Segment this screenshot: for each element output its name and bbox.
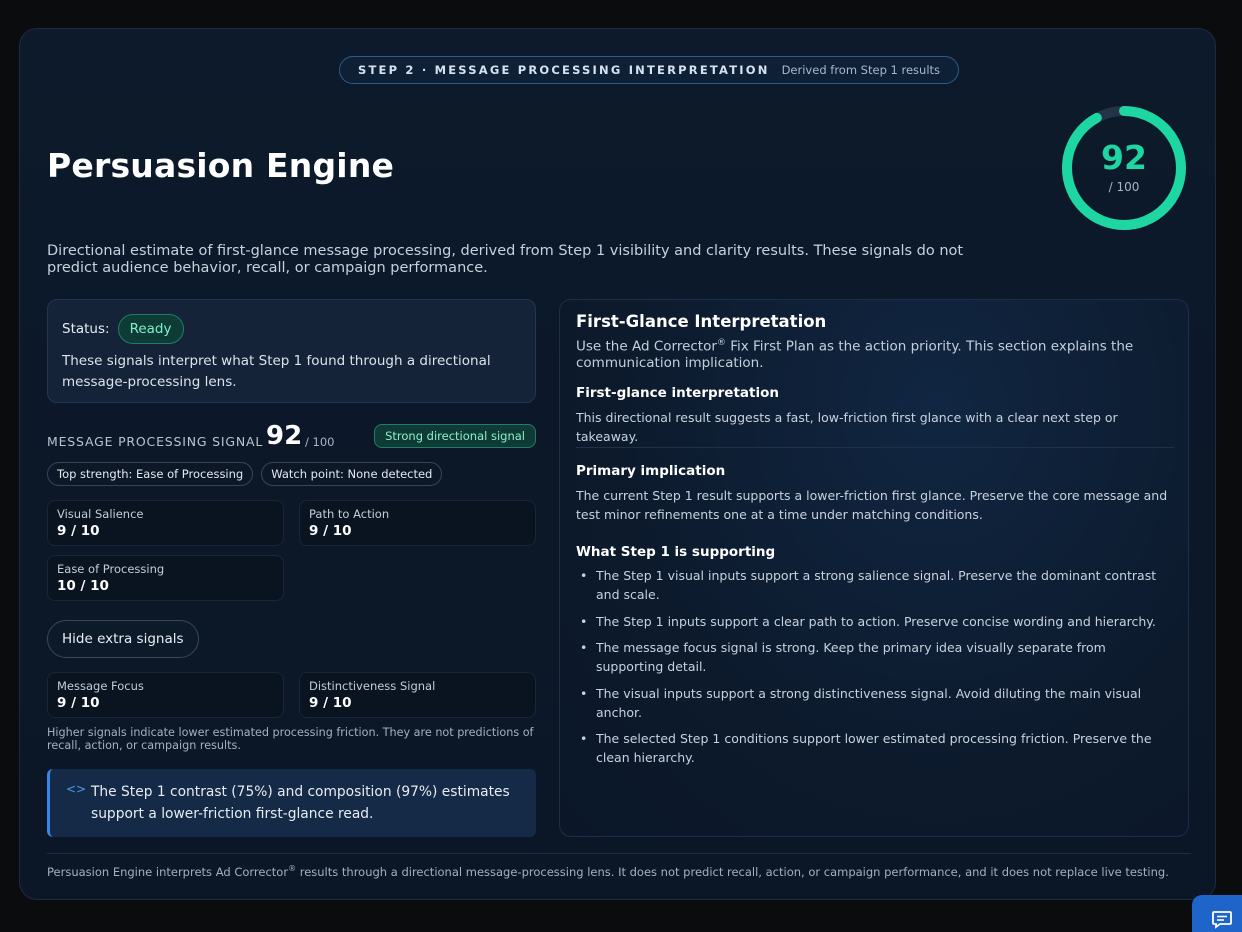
persuasion-engine-card: STEP 2 · MESSAGE PROCESSING INTERPRETATI…	[19, 28, 1216, 900]
signal-denominator: / 100	[305, 435, 335, 449]
tile-label: Path to Action	[309, 507, 390, 521]
tile-label: Ease of Processing	[57, 562, 165, 576]
tile-label: Visual Salience	[57, 507, 144, 521]
list-item: The message focus signal is strong. Keep…	[576, 638, 1176, 676]
status-box: Status: Ready These signals interpret wh…	[47, 299, 536, 403]
list-item: The selected Step 1 conditions support l…	[576, 729, 1176, 767]
chat-icon	[1212, 911, 1232, 929]
top-strength-chip: Top strength: Ease of Processing	[47, 462, 254, 486]
insight-callout: <> The Step 1 contrast (75%) and composi…	[47, 769, 536, 837]
panel-divider	[576, 447, 1174, 448]
registered-mark: ®	[288, 864, 297, 873]
tile-distinctiveness-signal: Distinctiveness Signal 9 / 10	[299, 672, 536, 718]
message-processing-signal: MESSAGE PROCESSING SIGNAL 92 / 100 Stron…	[47, 419, 536, 455]
page-description: Directional estimate of first-glance mes…	[47, 243, 964, 276]
signal-label: MESSAGE PROCESSING SIGNAL	[47, 434, 264, 449]
watch-point-chip: Watch point: None detected	[261, 462, 443, 486]
score-gauge: 92 / 100	[1060, 104, 1188, 232]
page-title: Persuasion Engine	[47, 146, 395, 185]
interpretation-panel: First-Glance Interpretation Use the Ad C…	[559, 299, 1189, 837]
signals-note: Higher signals indicate lower estimated …	[47, 726, 534, 752]
supporting-heading: What Step 1 is supporting	[576, 544, 776, 560]
tile-value: 9 / 10	[57, 695, 100, 711]
tile-visual-salience: Visual Salience 9 / 10	[47, 500, 284, 546]
status-badge: Ready	[117, 314, 184, 344]
gauge-score: 92	[1101, 138, 1147, 177]
tile-value: 9 / 10	[309, 695, 352, 711]
list-item: The visual inputs support a strong disti…	[576, 684, 1176, 722]
signal-chips: Top strength: Ease of Processing Watch p…	[47, 462, 443, 486]
callout-text: The Step 1 contrast (75%) and compositio…	[91, 784, 510, 822]
footer-divider	[47, 853, 1191, 854]
status-text: These signals interpret what Step 1 foun…	[62, 353, 491, 390]
tile-value: 9 / 10	[57, 523, 100, 539]
first-glance-heading: First-glance interpretation	[576, 385, 779, 401]
tile-label: Distinctiveness Signal	[309, 679, 436, 693]
supporting-list: The Step 1 visual inputs support a stron…	[576, 566, 1176, 775]
footer-disclaimer: Persuasion Engine interprets Ad Correcto…	[47, 864, 1169, 879]
panel-title: First-Glance Interpretation	[576, 312, 827, 331]
registered-mark: ®	[716, 338, 726, 348]
primary-implication-heading: Primary implication	[576, 463, 726, 479]
footer-text-end: results through a directional message-pr…	[296, 864, 1169, 879]
primary-implication-text: The current Step 1 result supports a low…	[576, 488, 1168, 522]
tile-path-to-action: Path to Action 9 / 10	[299, 500, 536, 546]
step-pill: STEP 2 · MESSAGE PROCESSING INTERPRETATI…	[339, 56, 960, 84]
tile-message-focus: Message Focus 9 / 10	[47, 672, 284, 718]
tile-ease-of-processing: Ease of Processing 10 / 10	[47, 555, 284, 601]
footer-text: Persuasion Engine interprets Ad Correcto…	[47, 864, 289, 879]
first-glance-text: This directional result suggests a fast,…	[576, 410, 1118, 444]
tile-value: 9 / 10	[309, 523, 352, 539]
step-label: STEP 2 · MESSAGE PROCESSING INTERPRETATI…	[358, 63, 770, 77]
panel-subtitle-text: Use the Ad Corrector	[576, 338, 717, 355]
list-item: The Step 1 inputs support a clear path t…	[576, 612, 1176, 631]
code-icon: <>	[66, 782, 87, 796]
gauge-denominator: / 100	[1108, 180, 1140, 194]
hide-extra-signals-button[interactable]: Hide extra signals	[47, 620, 199, 658]
signal-strength-badge: Strong directional signal	[374, 424, 536, 448]
list-item: The Step 1 visual inputs support a stron…	[576, 566, 1176, 604]
signal-score: 92	[266, 421, 303, 451]
tile-value: 10 / 10	[57, 578, 109, 594]
status-label: Status:	[62, 321, 110, 337]
derived-label: Derived from Step 1 results	[781, 63, 941, 77]
chat-button[interactable]	[1192, 895, 1242, 932]
tile-label: Message Focus	[57, 679, 144, 693]
panel-subtitle: Use the Ad Corrector® Fix First Plan as …	[576, 335, 1156, 371]
